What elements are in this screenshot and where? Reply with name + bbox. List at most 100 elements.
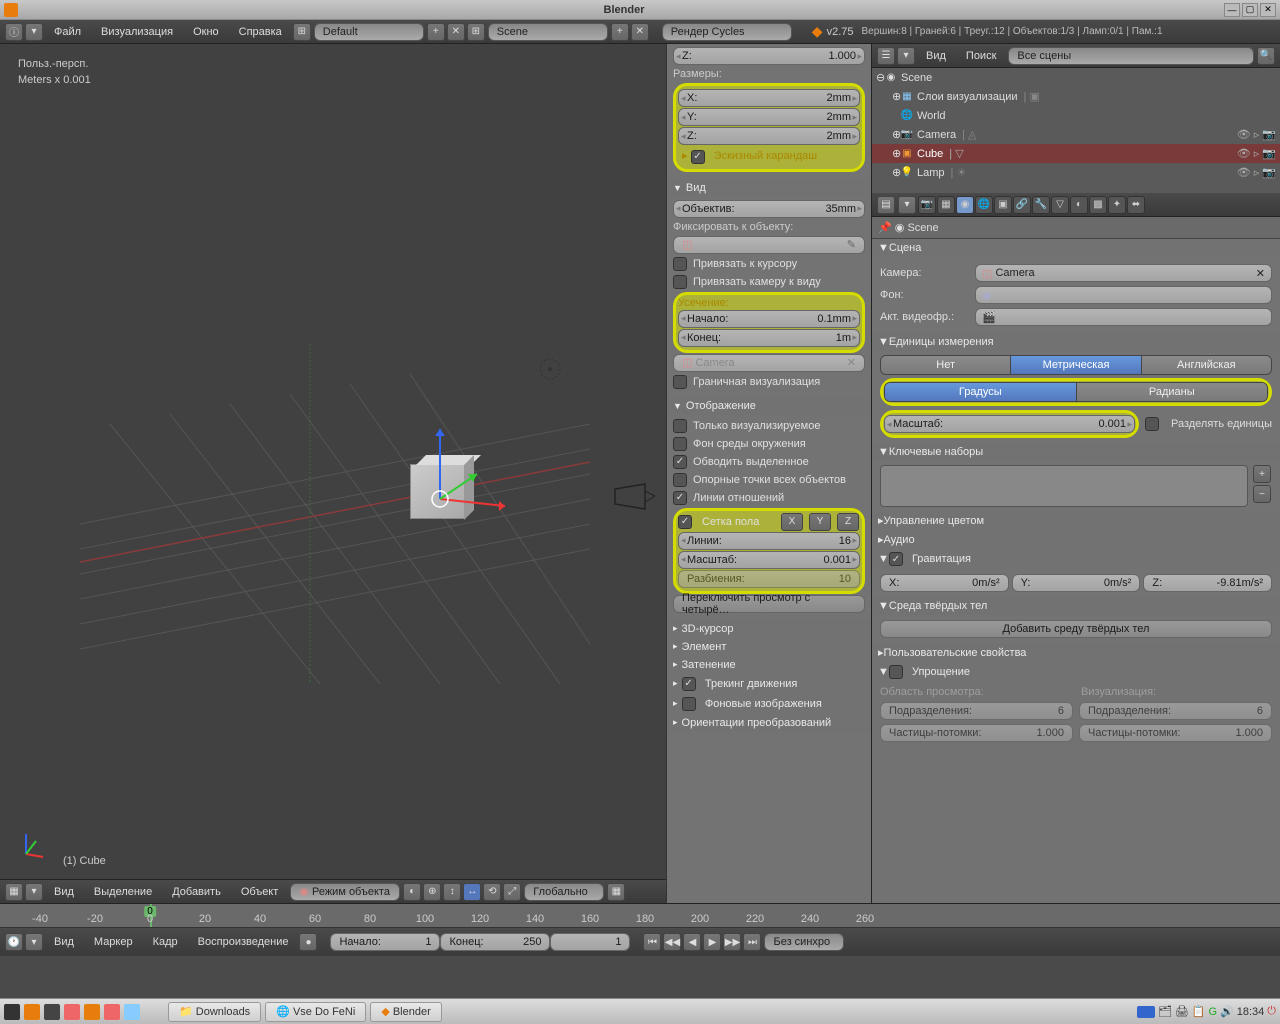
layers-icon[interactable]: ▦ bbox=[607, 883, 625, 901]
keyset-remove-icon[interactable]: − bbox=[1253, 485, 1271, 503]
tray-icon[interactable]: 🖨 bbox=[1175, 1005, 1189, 1018]
menu-window[interactable]: Окно bbox=[183, 26, 229, 38]
tray-icon[interactable]: G bbox=[1209, 1006, 1218, 1018]
outliner-scene[interactable]: Scene bbox=[901, 72, 932, 84]
gridfloor-checkbox[interactable] bbox=[678, 515, 692, 529]
radians-button[interactable]: Радианы bbox=[1077, 383, 1268, 401]
autokey-icon[interactable]: ● bbox=[299, 933, 317, 951]
lens-field[interactable]: ◂Объектив:35mm▸ bbox=[673, 200, 865, 218]
vp-menu-select[interactable]: Выделение bbox=[84, 886, 162, 898]
tl-marker-menu[interactable]: Маркер bbox=[84, 936, 143, 948]
world-tab-icon[interactable]: 🌐 bbox=[975, 196, 993, 214]
layout-selector[interactable]: Default bbox=[314, 23, 424, 41]
jump-end-icon[interactable]: ⏭ bbox=[743, 933, 761, 951]
physics-tab-icon[interactable]: ⬌ bbox=[1127, 196, 1145, 214]
outliner[interactable]: ⊖◉Scene ⊕▦Слои визуализации| ▣ 🌐World ⊕📷… bbox=[872, 68, 1280, 193]
expand-icon[interactable]: ▾ bbox=[898, 196, 916, 214]
layout-browse-icon[interactable]: ⊞ bbox=[293, 23, 311, 41]
unit-metric-button[interactable]: Метрическая bbox=[1011, 356, 1141, 374]
unit-imperial-button[interactable]: Английская bbox=[1142, 356, 1271, 374]
expand-icon[interactable]: ▾ bbox=[897, 47, 915, 65]
outliner-filter[interactable]: Все сцены bbox=[1008, 47, 1254, 65]
vp-menu-add[interactable]: Добавить bbox=[162, 886, 231, 898]
scale-icon[interactable]: ⤢ bbox=[503, 883, 521, 901]
layout-del-icon[interactable]: ✕ bbox=[447, 23, 465, 41]
bound-viz-checkbox[interactable] bbox=[673, 375, 687, 389]
relationship-checkbox[interactable] bbox=[673, 491, 687, 505]
task-blender[interactable]: ◆ Blender bbox=[370, 1002, 441, 1022]
outliner-view-menu[interactable]: Вид bbox=[916, 50, 956, 62]
outliner-renderlayers[interactable]: Слои визуализации bbox=[917, 91, 1018, 103]
only-render-checkbox[interactable] bbox=[673, 419, 687, 433]
bg-images-panel[interactable]: ▸ Фоновые изображения bbox=[667, 694, 871, 714]
scene-tab-icon[interactable]: ◉ bbox=[956, 196, 974, 214]
material-tab-icon[interactable]: ◐ bbox=[1070, 196, 1088, 214]
customprops-section-header[interactable]: ▸Пользовательские свойства bbox=[872, 643, 1280, 662]
unit-system-selector[interactable]: Нет Метрическая Английская bbox=[880, 355, 1272, 375]
sync-mode[interactable]: Без синхро bbox=[764, 933, 844, 951]
keyset-list[interactable] bbox=[880, 465, 1248, 507]
mode-selector[interactable]: ◉ Режим объекта bbox=[290, 883, 400, 901]
outline-sel-checkbox[interactable] bbox=[673, 455, 687, 469]
tl-playback-menu[interactable]: Воспроизведение bbox=[188, 936, 299, 948]
maximize-button[interactable]: ▢ bbox=[1242, 3, 1258, 17]
power-icon[interactable]: ⏻ bbox=[1267, 1005, 1276, 1018]
pin-icon[interactable]: 📌 bbox=[878, 221, 892, 234]
render-engine-selector[interactable]: Рендер Cycles bbox=[662, 23, 792, 41]
menu-render[interactable]: Визуализация bbox=[91, 26, 183, 38]
dim-z-field[interactable]: ◂Z:2mm▸ bbox=[678, 127, 860, 145]
camera-object-icon[interactable] bbox=[610, 479, 655, 519]
degrees-button[interactable]: Градусы bbox=[885, 383, 1077, 401]
local-camera-field[interactable]: ◫ Camera✕ bbox=[673, 354, 865, 372]
orientation-selector[interactable]: Глобально bbox=[524, 883, 604, 901]
dim-x-field[interactable]: ◂X:2mm▸ bbox=[678, 89, 860, 107]
keyframe-prev-icon[interactable]: ◀◀ bbox=[663, 933, 681, 951]
lock-object-field[interactable]: ◫✎ bbox=[673, 236, 865, 254]
bg-scene-field[interactable]: ◉ bbox=[975, 286, 1272, 304]
element-panel[interactable]: ▸Элемент bbox=[667, 638, 871, 656]
terminal-icon[interactable] bbox=[44, 1004, 60, 1020]
scene-del-icon[interactable]: ✕ bbox=[631, 23, 649, 41]
tl-frame-menu[interactable]: Кадр bbox=[143, 936, 188, 948]
unit-scale-field[interactable]: ◂Масштаб:0.001▸ bbox=[884, 415, 1135, 433]
gravity-section-header[interactable]: ▼ Гравитация bbox=[872, 549, 1280, 569]
volume-icon[interactable]: 🔊 bbox=[1220, 1005, 1234, 1018]
tl-view-menu[interactable]: Вид bbox=[44, 936, 84, 948]
grid-x-button[interactable]: X bbox=[781, 513, 803, 531]
angle-unit-selector[interactable]: Градусы Радианы bbox=[884, 382, 1268, 402]
editor-type-icon[interactable]: ▤ bbox=[877, 196, 895, 214]
gravity-z-field[interactable]: Z:-9.81m/s² bbox=[1143, 574, 1272, 592]
units-section-header[interactable]: ▼Единицы измерения bbox=[872, 333, 1280, 351]
outliner-cube[interactable]: Cube bbox=[917, 148, 943, 160]
outliner-world[interactable]: World bbox=[917, 110, 946, 122]
audio-section-header[interactable]: ▸Аудио bbox=[872, 530, 1280, 549]
pivot-icon[interactable]: ⊕ bbox=[423, 883, 441, 901]
scene-selector[interactable]: Scene bbox=[488, 23, 608, 41]
lamp-object-icon[interactable] bbox=[535, 354, 565, 384]
clip-start-field[interactable]: ◂Начало:0.1mm▸ bbox=[678, 310, 860, 328]
constraints-tab-icon[interactable]: 🔗 bbox=[1013, 196, 1031, 214]
editor-type-icon[interactable]: ▦ bbox=[5, 883, 23, 901]
blender-launch-icon[interactable] bbox=[24, 1004, 40, 1020]
motion-track-panel[interactable]: ▸ Трекинг движения bbox=[667, 674, 871, 694]
jump-start-icon[interactable]: ⏮ bbox=[643, 933, 661, 951]
flag-icon[interactable] bbox=[1137, 1006, 1155, 1018]
menu-file[interactable]: Файл bbox=[44, 26, 91, 38]
dim-y-field[interactable]: ◂Y:2mm▸ bbox=[678, 108, 860, 126]
particles-tab-icon[interactable]: ✦ bbox=[1108, 196, 1126, 214]
add-rigidbody-button[interactable]: Добавить среду твёрдых тел bbox=[880, 620, 1272, 638]
editor-type-icon[interactable]: ⓘ bbox=[5, 23, 23, 41]
app-icon[interactable] bbox=[84, 1004, 100, 1020]
clock[interactable]: 18:34 bbox=[1237, 1006, 1265, 1018]
task-downloads[interactable]: 📁 Downloads bbox=[168, 1002, 261, 1022]
modifiers-tab-icon[interactable]: 🔧 bbox=[1032, 196, 1050, 214]
tray-icon[interactable]: 🗂 bbox=[1158, 1005, 1172, 1018]
render-tab-icon[interactable]: 📷 bbox=[918, 196, 936, 214]
vp-menu-view[interactable]: Вид bbox=[44, 886, 84, 898]
current-frame-field[interactable]: 1 bbox=[550, 933, 630, 951]
outliner-search-menu[interactable]: Поиск bbox=[956, 50, 1006, 62]
play-icon[interactable]: ▶ bbox=[703, 933, 721, 951]
start-icon[interactable] bbox=[4, 1004, 20, 1020]
editor-type-icon[interactable]: ☰ bbox=[877, 47, 895, 65]
manipulator-toggle-icon[interactable]: ↕ bbox=[443, 883, 461, 901]
